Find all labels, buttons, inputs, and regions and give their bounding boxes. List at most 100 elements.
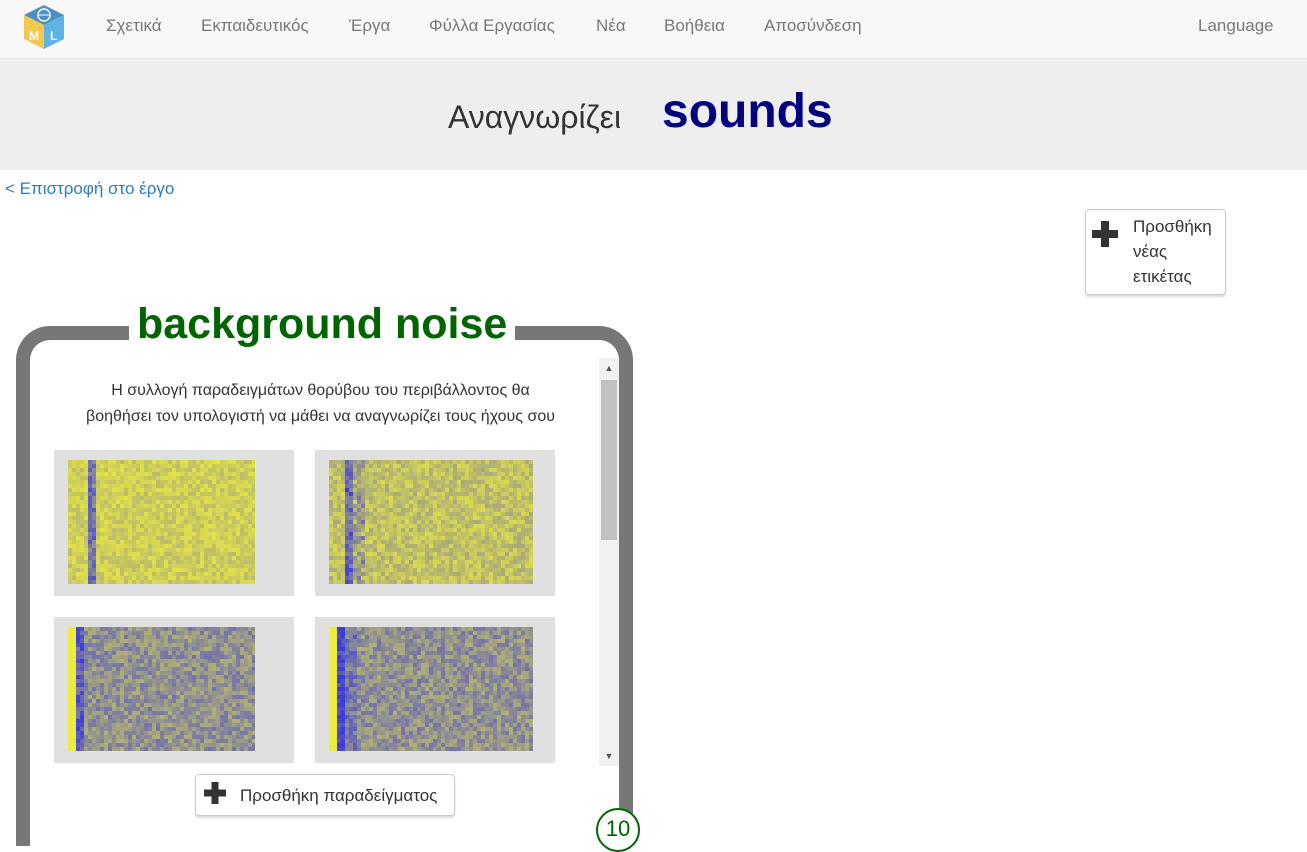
nav-about[interactable]: Σχετικά — [106, 16, 162, 36]
spectrogram-cell — [144, 663, 148, 667]
spectrogram-cell — [92, 655, 96, 659]
spectrogram-cell — [160, 731, 164, 735]
nav-logout[interactable]: Αποσύνδεση — [764, 16, 862, 36]
spectrogram-cell — [156, 520, 160, 524]
spectrogram-cell — [497, 536, 501, 540]
spectrogram-cell — [184, 540, 188, 544]
spectrogram-cell — [329, 540, 333, 544]
nav-help[interactable]: Βοήθεια — [664, 16, 725, 36]
spectrogram-cell — [124, 707, 128, 711]
spectrogram-cell — [116, 560, 120, 564]
spectrogram-cell — [104, 556, 108, 560]
back-to-project-link[interactable]: < Επιστροφή στο έργο — [5, 179, 174, 199]
spectrogram-cell — [160, 460, 164, 464]
example-tile[interactable] — [54, 450, 294, 596]
spectrogram-cell — [192, 464, 196, 468]
spectrogram-cell — [120, 707, 124, 711]
spectrogram-cell — [353, 460, 357, 464]
spectrogram-cell — [188, 675, 192, 679]
spectrogram-cell — [152, 544, 156, 548]
spectrogram-cell — [124, 548, 128, 552]
spectrogram-cell — [345, 568, 349, 572]
spectrogram-cell — [188, 460, 192, 464]
spectrogram-cell — [200, 635, 204, 639]
spectrogram-cell — [445, 552, 449, 556]
spectrogram-image — [329, 627, 533, 751]
spectrogram-cell — [88, 703, 92, 707]
spectrogram-cell — [385, 683, 389, 687]
spectrogram-cell — [156, 639, 160, 643]
spectrogram-cell — [220, 683, 224, 687]
nav-teacher[interactable]: Εκπαιδευτικός — [201, 16, 309, 36]
spectrogram-cell — [212, 568, 216, 572]
spectrogram-cell — [248, 691, 252, 695]
spectrogram-cell — [481, 564, 485, 568]
spectrogram-cell — [84, 536, 88, 540]
spectrogram-cell — [144, 496, 148, 500]
spectrogram-cell — [216, 663, 220, 667]
spectrogram-cell — [501, 472, 505, 476]
spectrogram-cell — [401, 468, 405, 472]
spectrogram-cell — [437, 476, 441, 480]
spectrogram-cell — [240, 560, 244, 564]
spectrogram-cell — [252, 711, 255, 715]
spectrogram-cell — [365, 663, 369, 667]
spectrogram-cell — [184, 568, 188, 572]
spectrogram-cell — [236, 659, 240, 663]
spectrogram-cell — [84, 476, 88, 480]
spectrogram-cell — [353, 627, 357, 631]
nav-worksheets[interactable]: Φύλλα Εργασίας — [429, 16, 555, 36]
spectrogram-cell — [108, 504, 112, 508]
spectrogram-cell — [116, 500, 120, 504]
spectrogram-cell — [160, 552, 164, 556]
nav-news[interactable]: Νέα — [596, 16, 626, 36]
spectrogram-cell — [144, 476, 148, 480]
spectrogram-cell — [176, 552, 180, 556]
spectrogram-cell — [228, 627, 232, 631]
spectrogram-cell — [337, 667, 341, 671]
spectrogram-cell — [232, 679, 236, 683]
spectrogram-cell — [132, 671, 136, 675]
spectrogram-cell — [192, 564, 196, 568]
spectrogram-cell — [409, 548, 413, 552]
spectrogram-cell — [393, 516, 397, 520]
spectrogram-cell — [212, 663, 216, 667]
spectrogram-cell — [377, 516, 381, 520]
example-tile[interactable] — [315, 617, 555, 763]
spectrogram-cell — [228, 683, 232, 687]
example-tile[interactable] — [54, 617, 294, 763]
spectrogram-cell — [252, 719, 255, 723]
spectrogram-cell — [377, 711, 381, 715]
spectrogram-cell — [525, 500, 529, 504]
spectrogram-cell — [357, 544, 361, 548]
spectrogram-cell — [104, 747, 108, 751]
spectrogram-cell — [445, 472, 449, 476]
ml-logo-icon[interactable]: M L — [20, 3, 68, 51]
spectrogram-cell — [333, 643, 337, 647]
spectrogram-cell — [357, 643, 361, 647]
example-tile[interactable] — [315, 450, 555, 596]
spectrogram-cell — [497, 528, 501, 532]
spectrogram-cell — [208, 468, 212, 472]
spectrogram-cell — [96, 651, 100, 655]
nav-projects[interactable]: Έργα — [349, 16, 390, 36]
spectrogram-cell — [224, 544, 228, 548]
spectrogram-cell — [509, 484, 513, 488]
spectrogram-cell — [208, 635, 212, 639]
spectrogram-cell — [437, 552, 441, 556]
spectrogram-cell — [120, 727, 124, 731]
spectrogram-cell — [132, 524, 136, 528]
spectrogram-cell — [441, 524, 445, 528]
spectrogram-cell — [349, 508, 353, 512]
add-new-label-button[interactable]: Προσθήκη νέας ετικέτας — [1085, 209, 1226, 295]
spectrogram-cell — [361, 568, 365, 572]
spectrogram-cell — [329, 512, 333, 516]
spectrogram-cell — [108, 568, 112, 572]
spectrogram-cell — [357, 715, 361, 719]
spectrogram-cell — [236, 667, 240, 671]
spectrogram-cell — [529, 568, 533, 572]
nav-language[interactable]: Language — [1198, 16, 1274, 36]
spectrogram-cell — [525, 560, 529, 564]
spectrogram-cell — [377, 747, 381, 751]
spectrogram-cell — [188, 468, 192, 472]
